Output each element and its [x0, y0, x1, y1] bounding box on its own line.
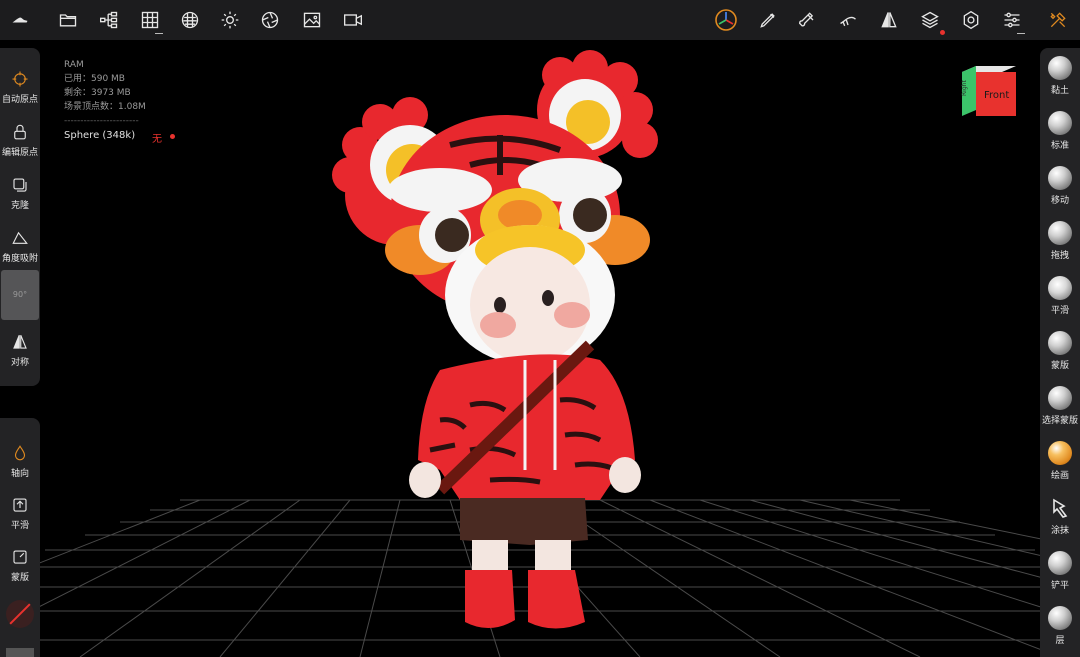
standard-brush-button[interactable]: 标准: [1040, 111, 1080, 151]
ram-used: 已用：590 MB: [64, 74, 125, 84]
smooth-label: 平滑: [10, 521, 29, 531]
mask-brush-button[interactable]: 蒙版: [1040, 331, 1080, 371]
view-cube-front-label: Front: [984, 90, 1009, 101]
symmetry-button[interactable]: 对称: [0, 333, 40, 368]
layers-notification-dot: [940, 30, 945, 35]
standard-brush-icon: [1048, 111, 1072, 135]
mask-button[interactable]: 蒙版: [0, 548, 40, 583]
smudge-icon[interactable]: [836, 8, 860, 32]
layer-label: 层: [1055, 636, 1065, 646]
view-cube-right-label: Right: [961, 80, 968, 96]
angle-icon: [12, 231, 28, 244]
edit-pivot-label: 编辑原点: [1, 148, 38, 158]
sun-icon[interactable]: [218, 8, 242, 32]
top-toolbar: [0, 0, 1080, 40]
color-swatch[interactable]: [6, 600, 34, 628]
smudge-brush-button[interactable]: 涂抹: [1040, 496, 1080, 536]
upload-icon: [13, 498, 27, 512]
standard-label: 标准: [1050, 141, 1069, 151]
ram-free: 剩余：3973 MB: [64, 88, 131, 98]
paint-brush-button[interactable]: 绘画: [1040, 441, 1080, 481]
move-label: 移动: [1050, 196, 1069, 206]
smudge-brush-icon: [1053, 498, 1068, 518]
layers-icon[interactable]: [918, 8, 942, 32]
symmetry-icon: [13, 335, 27, 349]
gizmo-icon[interactable]: [714, 8, 738, 32]
memory-info-panel: RAM 已用：590 MB 剩余：3973 MB 场景顶点数：1.08M ---…: [64, 58, 146, 128]
hud-separator: -----------------------: [64, 116, 139, 126]
scene-object-name[interactable]: Sphere (348k): [64, 130, 135, 141]
axis-label: 轴向: [10, 469, 29, 479]
lock-icon: [14, 124, 26, 140]
symmetry-label: 对称: [10, 358, 29, 368]
angle-snap-value[interactable]: 90°: [1, 270, 39, 320]
drag-brush-icon: [1048, 221, 1072, 245]
angle-snap-button[interactable]: 角度吸附: [0, 229, 40, 264]
clay-brush-button[interactable]: 黏土: [1040, 56, 1080, 96]
smudge-label: 涂抹: [1050, 526, 1069, 536]
tiger-character-model[interactable]: [0, 40, 1080, 657]
paint-label: 绘画: [1050, 471, 1069, 481]
mask-square-icon: [13, 550, 27, 564]
clone-icon: [13, 178, 27, 192]
drag-label: 拖拽: [1050, 251, 1069, 261]
aperture-icon[interactable]: [258, 8, 282, 32]
grid-icon[interactable]: [138, 8, 162, 32]
select-mask-label: 选择蒙版: [1041, 416, 1078, 426]
scene-object-status: 无: [152, 134, 162, 145]
crosshair-icon: [12, 71, 28, 87]
clone-button[interactable]: 克隆: [0, 176, 40, 211]
drag-brush-button[interactable]: 拖拽: [1040, 221, 1080, 261]
angle-snap-label: 角度吸附: [1, 254, 38, 264]
image-icon[interactable]: [300, 8, 324, 32]
smooth-brush-button[interactable]: 平滑: [1040, 276, 1080, 316]
color-swatch-secondary[interactable]: [6, 648, 34, 657]
layer-brush-button[interactable]: 层: [1040, 606, 1080, 646]
auto-pivot-label: 自动原点: [1, 95, 38, 105]
scene-status-dot: [170, 134, 175, 139]
move-brush-button[interactable]: 移动: [1040, 166, 1080, 206]
folder-icon[interactable]: [56, 8, 80, 32]
tools-icon[interactable]: [1046, 8, 1070, 32]
3d-viewport[interactable]: [0, 40, 1080, 657]
brush-icon[interactable]: [756, 8, 780, 32]
mask-brush-icon: [1048, 331, 1072, 355]
clay-brush-icon: [1048, 56, 1072, 80]
video-icon[interactable]: [341, 8, 365, 32]
edit-pivot-button[interactable]: 编辑原点: [0, 123, 40, 158]
flatten-brush-button[interactable]: 铲平: [1040, 551, 1080, 591]
clay-label: 黏土: [1050, 86, 1069, 96]
layer-brush-icon: [1048, 606, 1072, 630]
flatten-brush-icon: [1048, 551, 1072, 575]
axis-button[interactable]: 轴向: [0, 444, 40, 479]
symmetry-icon[interactable]: [877, 8, 901, 32]
paint-brush-icon[interactable]: [796, 8, 820, 32]
view-cube[interactable]: Right Front: [958, 64, 1018, 120]
grid-submenu-indicator: [155, 33, 163, 34]
ram-label: RAM: [64, 60, 84, 70]
sliders-icon[interactable]: [1000, 8, 1024, 32]
droplet-icon: [14, 445, 26, 461]
scene-tree-icon[interactable]: [97, 8, 121, 32]
settings-gear-icon[interactable]: [959, 8, 983, 32]
smooth-button[interactable]: 平滑: [0, 496, 40, 531]
auto-pivot-button[interactable]: 自动原点: [0, 70, 40, 105]
home-logo-icon[interactable]: [8, 8, 32, 32]
paint-brush-icon: [1048, 441, 1072, 465]
sliders-submenu-indicator: [1017, 33, 1025, 34]
flatten-label: 铲平: [1050, 581, 1069, 591]
select-mask-button[interactable]: 选择蒙版: [1040, 386, 1080, 426]
scene-vertex-count: 场景顶点数：1.08M: [64, 102, 146, 112]
select-mask-icon: [1048, 386, 1072, 410]
material-sphere-icon[interactable]: [178, 8, 202, 32]
smooth-brush-icon: [1048, 276, 1072, 300]
move-brush-icon: [1048, 166, 1072, 190]
smooth-brush-label: 平滑: [1050, 306, 1069, 316]
mask-brush-label: 蒙版: [1050, 361, 1069, 371]
clone-label: 克隆: [10, 201, 29, 211]
mask-label: 蒙版: [10, 573, 29, 583]
